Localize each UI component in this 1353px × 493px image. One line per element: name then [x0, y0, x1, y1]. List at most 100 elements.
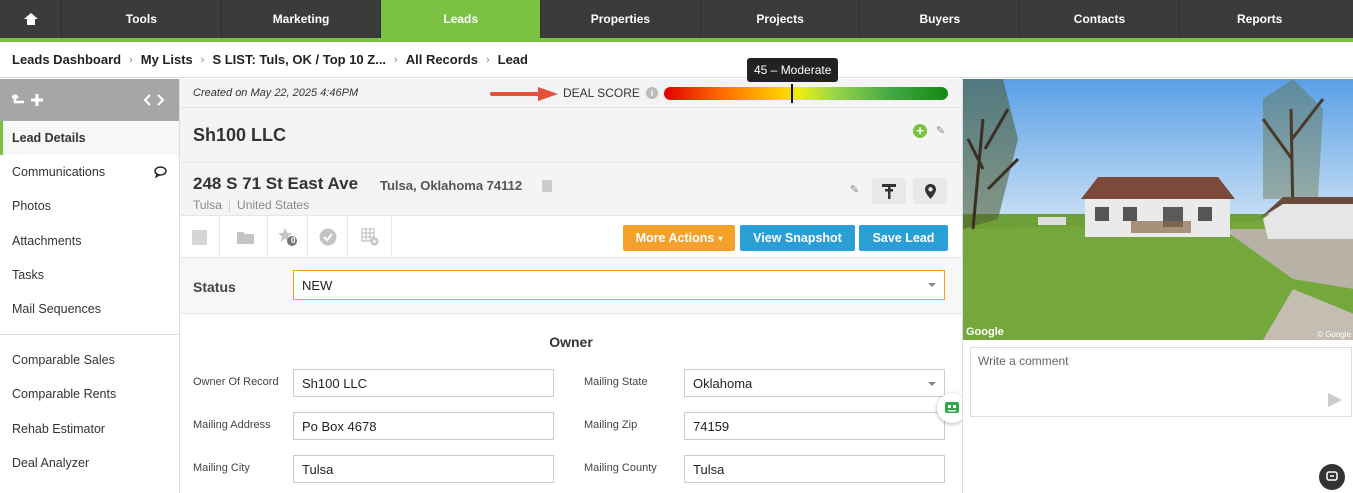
status-label: Status [193, 279, 236, 295]
breadcrumb-lead: Lead [497, 52, 528, 67]
deal-score-tooltip: 45 – Moderate [747, 58, 839, 82]
grid-add-icon [360, 228, 378, 246]
sidebar-item-lead-details[interactable]: Lead Details [0, 121, 179, 156]
select-checkbox-cell[interactable] [180, 216, 220, 258]
mailing-state-value: Oklahoma [693, 376, 753, 391]
comment-placeholder: Write a comment [978, 354, 1069, 368]
sidebar-item-label: Comparable Rents [12, 387, 117, 402]
sidebar-item-label: Photos [12, 199, 51, 214]
pencil-icon[interactable]: ✎ [934, 125, 947, 138]
breadcrumb-separator: › [200, 53, 205, 66]
chat-icon [1326, 471, 1338, 481]
add-icon[interactable] [30, 93, 44, 107]
street-view-image[interactable]: Google © Google [963, 79, 1353, 340]
star-cell[interactable]: 0 [268, 216, 308, 258]
sidebar-item-label: Communications [12, 165, 106, 180]
checkbox-icon[interactable] [192, 229, 207, 245]
clipboard-icon[interactable] [542, 180, 552, 192]
sidebar-item-mail-sequences[interactable]: Mail Sequences [0, 292, 179, 326]
sidebar-item-photos[interactable]: Photos [0, 189, 179, 223]
sidebar-item-tasks[interactable]: Tasks [0, 258, 179, 292]
deal-score-marker [790, 84, 793, 103]
chevron-down-icon [928, 283, 936, 287]
chevron-down-icon: ▾ [718, 233, 723, 243]
view-snapshot-button[interactable]: View Snapshot [740, 225, 855, 251]
robot-icon [945, 402, 959, 413]
nav-buyers[interactable]: Buyers [860, 0, 1021, 38]
lead-tools-row: 0 More Actions ▾ View Snapshot Save Lead [180, 215, 962, 258]
city-state-zip: Tulsa, Oklahoma 74112 [380, 178, 523, 193]
sidebar-item-label: Lead Details [12, 131, 86, 146]
sidebar-divider [0, 334, 179, 336]
deal-score-bar [664, 84, 948, 103]
comment-box[interactable]: Write a comment [970, 347, 1352, 417]
owner-of-record-input[interactable]: Sh100 LLC [293, 369, 554, 397]
send-icon[interactable] [1328, 393, 1342, 407]
more-actions-label: More Actions [635, 231, 715, 245]
sidebar-item-communications[interactable]: Communications [0, 155, 179, 189]
undo-icon[interactable] [12, 93, 26, 107]
sidebar-item-label: Tasks [12, 267, 44, 282]
nav-tools[interactable]: Tools [62, 0, 222, 38]
sidebar-item-comparable-rents[interactable]: Comparable Rents [0, 377, 179, 411]
add-contact-icon[interactable]: + [913, 124, 927, 138]
mailing-zip-label: Mailing Zip [584, 419, 638, 431]
created-row: Created on May 22, 2025 4:46PM DEAL SCOR… [180, 58, 962, 107]
address-row: 248 S 71 St East Ave Tulsa, Oklahoma 741… [180, 162, 962, 215]
more-actions-button[interactable]: More Actions ▾ [623, 225, 735, 251]
breadcrumb-my-lists[interactable]: My Lists [141, 52, 193, 67]
right-panel: Google © Google Write a comment [962, 79, 1353, 493]
breadcrumb-all-records[interactable]: All Records [406, 52, 478, 67]
mailing-county-label: Mailing County [584, 462, 657, 474]
street-view-button[interactable] [872, 178, 906, 204]
breadcrumb-separator: › [394, 53, 398, 66]
grid-add-cell[interactable] [348, 216, 392, 258]
mailing-state-select[interactable]: Oklahoma [684, 369, 945, 397]
nav-projects[interactable]: Projects [701, 0, 861, 38]
sidebar-item-label: Rehab Estimator [12, 421, 106, 436]
sidebar-item-attachments[interactable]: Attachments [0, 224, 179, 258]
map-pin-icon [924, 183, 936, 199]
status-select[interactable]: NEW [293, 270, 945, 300]
owner-of-record-label: Owner Of Record [193, 376, 279, 388]
nav-properties[interactable]: Properties [541, 0, 701, 38]
signpost-icon [882, 184, 896, 199]
nav-marketing[interactable]: Marketing [222, 0, 382, 38]
sidebar-item-rehab-estimator[interactable]: Rehab Estimator [0, 412, 179, 446]
mailing-city-label: Mailing City [193, 462, 250, 474]
lead-name: Sh100 LLC [193, 125, 287, 145]
mailing-zip-input[interactable]: 74159 [684, 412, 945, 440]
nav-reports[interactable]: Reports [1180, 0, 1340, 38]
chat-widget-button[interactable] [1319, 464, 1345, 490]
nav-leads[interactable]: Leads [381, 0, 542, 38]
chat-bubble-icon [154, 166, 167, 179]
top-navigation: Tools Marketing Leads Properties Project… [0, 0, 1353, 42]
breadcrumb-list[interactable]: S LIST: Tuls, OK / Top 10 Z... [212, 52, 386, 67]
google-watermark: Google [966, 326, 1004, 338]
nav-contacts[interactable]: Contacts [1020, 0, 1180, 38]
check-circle-icon [319, 228, 336, 246]
map-location-button[interactable] [913, 178, 947, 204]
breadcrumb: Leads Dashboard › My Lists › S LIST: Tul… [0, 42, 1353, 78]
breadcrumb-separator: › [129, 53, 133, 66]
sidebar-item-comparable-sales[interactable]: Comparable Sales [0, 343, 179, 377]
nav-home[interactable] [0, 0, 62, 38]
save-lead-button[interactable]: Save Lead [859, 225, 948, 251]
sidebar-item-label: Deal Analyzer [12, 455, 90, 470]
status-value: NEW [302, 278, 333, 293]
sidebar-item-label: Comparable Sales [12, 353, 115, 368]
check-cell[interactable] [308, 216, 348, 258]
breadcrumb-leads-dashboard[interactable]: Leads Dashboard [12, 52, 121, 67]
star-count-badge: 0 [291, 236, 296, 245]
sidebar-toolbar [0, 79, 179, 121]
pencil-icon[interactable]: ✎ [848, 184, 861, 197]
info-icon[interactable]: i [646, 87, 658, 99]
sidebar-item-deal-analyzer[interactable]: Deal Analyzer [0, 446, 179, 480]
mailing-city-input[interactable]: Tulsa [293, 455, 554, 483]
mailing-address-input[interactable]: Po Box 4678 [293, 412, 554, 440]
owner-section-title: Owner [549, 334, 593, 350]
folder-cell[interactable] [224, 216, 268, 258]
created-date: Created on May 22, 2025 4:46PM [193, 87, 359, 99]
mailing-county-input[interactable]: Tulsa [684, 455, 945, 483]
code-toggle-icon[interactable] [143, 93, 165, 107]
